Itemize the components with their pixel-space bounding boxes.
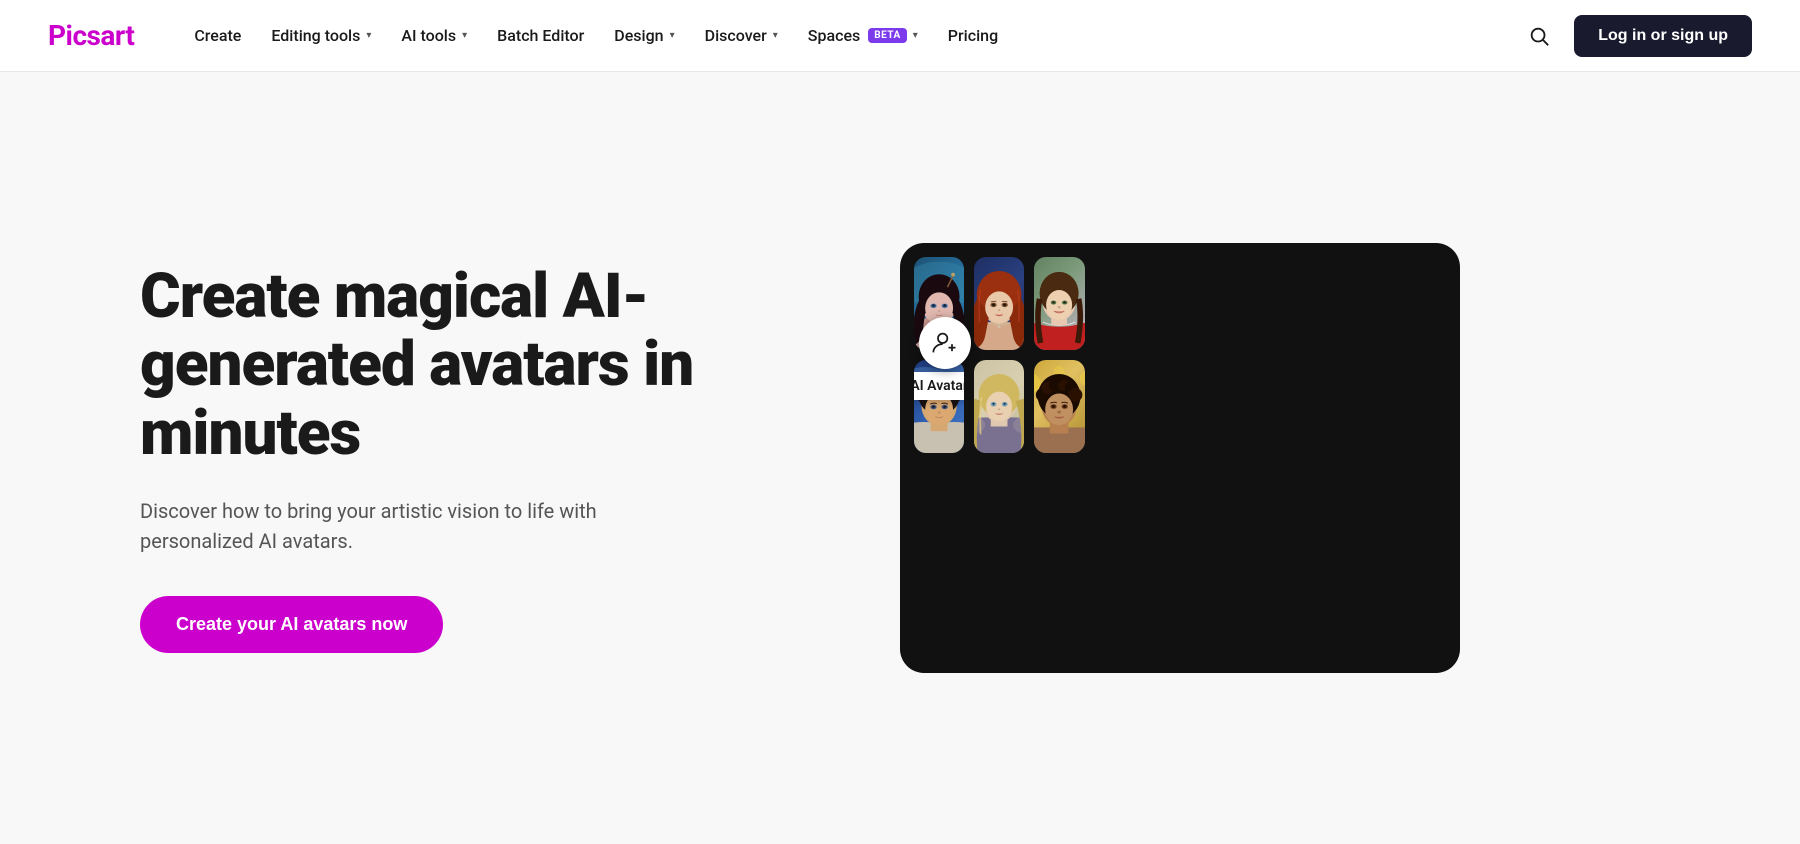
nav-item-discover[interactable]: Discover ▾ xyxy=(693,18,790,53)
nav-item-ai-tools[interactable]: AI tools ▾ xyxy=(389,18,479,53)
spaces-chevron-icon: ▾ xyxy=(913,30,918,41)
ai-avatar-label: AI Avatar xyxy=(914,372,964,400)
header: Picsart Create Editing tools ▾ AI tools … xyxy=(0,0,1800,72)
hero-left: Create magical AI-generated avatars in m… xyxy=(140,263,820,653)
avatar-collage: AI Avatar xyxy=(900,243,1460,673)
spaces-beta-badge: BETA xyxy=(868,28,907,43)
search-icon xyxy=(1528,25,1550,47)
nav-item-pricing[interactable]: Pricing xyxy=(936,18,1010,53)
avatar-image-3 xyxy=(1034,257,1084,350)
user-plus-icon xyxy=(931,329,959,357)
avatar-image-2 xyxy=(974,257,1024,350)
collage-grid: AI Avatar xyxy=(914,257,1085,453)
main-nav: Create Editing tools ▾ AI tools ▾ Batch … xyxy=(182,18,1520,53)
collage-cell-2 xyxy=(974,257,1024,350)
avatar-image-6 xyxy=(1034,360,1084,453)
avatar-image-5 xyxy=(974,360,1024,453)
cta-button[interactable]: Create your AI avatars now xyxy=(140,596,443,653)
logo-text: Picsart xyxy=(48,19,134,52)
main-content: Create magical AI-generated avatars in m… xyxy=(0,72,1800,844)
hero-subtitle: Discover how to bring your artistic visi… xyxy=(140,496,660,556)
header-actions: Log in or sign up xyxy=(1520,15,1752,57)
avatar-icon-circle xyxy=(919,317,971,369)
logo[interactable]: Picsart xyxy=(48,19,134,52)
hero-right: AI Avatar xyxy=(900,243,1460,673)
login-button[interactable]: Log in or sign up xyxy=(1574,15,1752,57)
editing-tools-chevron-icon: ▾ xyxy=(366,30,371,41)
nav-item-spaces[interactable]: Spaces BETA ▾ xyxy=(796,18,930,53)
discover-chevron-icon: ▾ xyxy=(773,30,778,41)
collage-cell-3 xyxy=(1034,257,1084,350)
design-chevron-icon: ▾ xyxy=(670,30,675,41)
collage-cell-6 xyxy=(1034,360,1084,453)
search-button[interactable] xyxy=(1520,17,1558,55)
collage-cell-4: AI Avatar xyxy=(914,360,964,453)
nav-item-create[interactable]: Create xyxy=(182,18,253,53)
nav-item-batch-editor[interactable]: Batch Editor xyxy=(485,18,596,53)
nav-item-editing-tools[interactable]: Editing tools ▾ xyxy=(259,18,383,53)
collage-cell-5 xyxy=(974,360,1024,453)
hero-title: Create magical AI-generated avatars in m… xyxy=(140,263,820,468)
nav-item-design[interactable]: Design ▾ xyxy=(602,18,686,53)
ai-tools-chevron-icon: ▾ xyxy=(462,30,467,41)
